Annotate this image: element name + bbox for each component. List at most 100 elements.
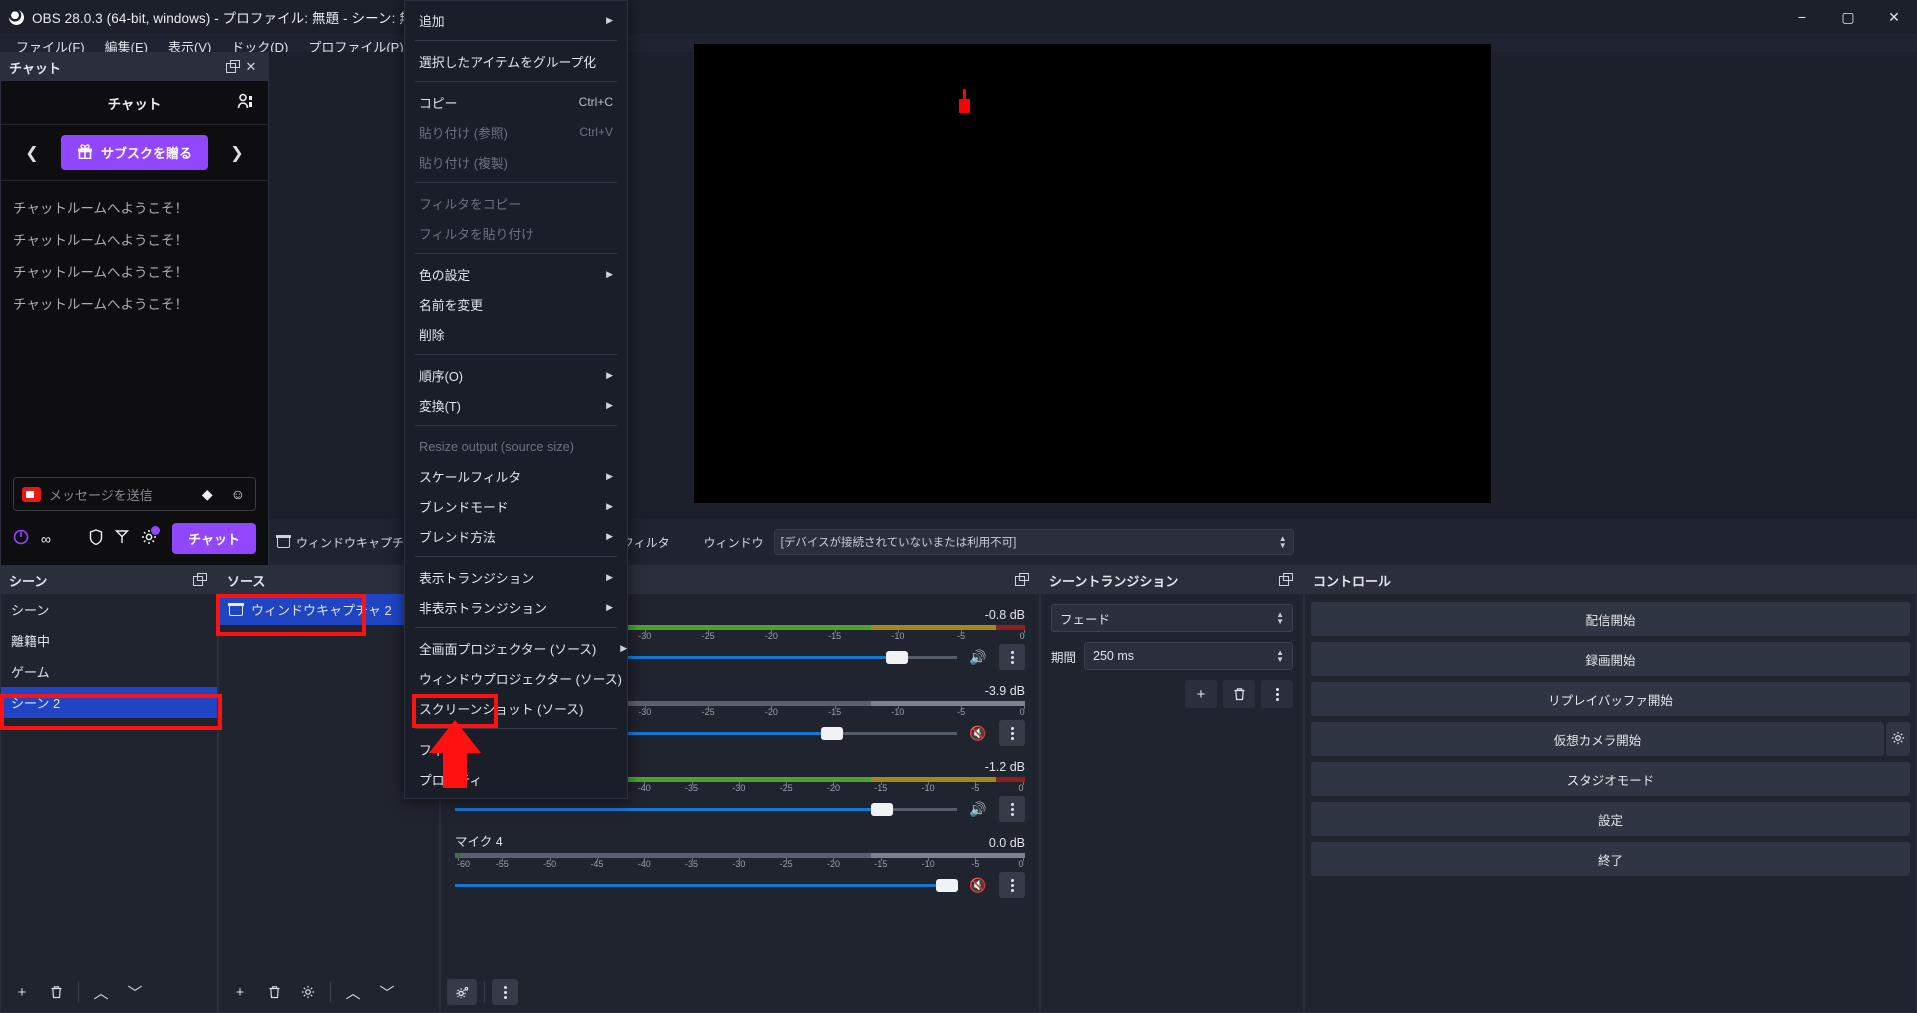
remove-scene-button[interactable] xyxy=(41,979,71,1005)
mixer-channel-menu-button[interactable] xyxy=(999,796,1025,822)
context-menu-item-hide-transition[interactable]: 非表示トランジション ▶ xyxy=(405,592,627,622)
context-menu-item-rename[interactable]: 名前を変更 xyxy=(405,289,627,319)
context-menu-item-paste-filters: フィルタを貼り付け xyxy=(405,218,627,248)
context-menu-label: ブレンドモード xyxy=(419,499,509,515)
infinity-icon[interactable]: ∞ xyxy=(41,531,51,547)
start-streaming-button[interactable]: 配信開始 xyxy=(1311,602,1910,636)
chevron-right-icon: ▶ xyxy=(606,399,613,410)
window-select-combo[interactable]: [デバイスが接続されていないまたは利用不可] ▲ ▼ xyxy=(773,529,1294,555)
context-menu-item-screenshot[interactable]: スクリーンショット (ソース) xyxy=(405,693,627,723)
context-menu-item-group-selected[interactable]: 選択したアイテムをグループ化 xyxy=(405,46,627,76)
duration-input[interactable]: 250 ms ▲ ▼ xyxy=(1084,642,1293,670)
exit-button[interactable]: 終了 xyxy=(1311,842,1910,876)
context-menu-item-order[interactable]: 順序(O) ▶ xyxy=(405,360,627,390)
add-scene-button[interactable]: + xyxy=(7,979,37,1005)
studio-mode-button[interactable]: スタジオモード xyxy=(1311,762,1910,796)
settings-button[interactable]: 設定 xyxy=(1311,802,1910,836)
mute-toggle-icon[interactable]: 🔇 xyxy=(967,725,989,742)
float-dock-icon[interactable] xyxy=(191,571,209,589)
transition-select-spinner-icon[interactable]: ▲ ▼ xyxy=(1268,610,1284,625)
close-dock-icon[interactable]: ✕ xyxy=(242,58,260,76)
move-source-down-button[interactable]: ﹀ xyxy=(372,979,402,1005)
float-dock-icon[interactable] xyxy=(1277,571,1295,589)
mixer-channel-menu-button[interactable] xyxy=(999,720,1025,746)
mute-toggle-icon[interactable]: 🔊 xyxy=(967,801,989,818)
send-chat-button[interactable]: チャット xyxy=(172,523,256,554)
context-menu-item-paste-reference: 貼り付け (参照) Ctrl+V xyxy=(405,117,627,147)
shield-icon[interactable] xyxy=(89,529,103,548)
tick-label: -5 xyxy=(971,783,980,793)
transition-menu-button[interactable] xyxy=(1261,680,1293,708)
chat-input-area: メッセージを送信 ◆ ☺ ∞ チャット xyxy=(1,467,268,566)
volume-slider[interactable] xyxy=(455,874,958,896)
scene-list-item[interactable]: シーン xyxy=(1,594,217,625)
source-properties-button[interactable] xyxy=(293,979,323,1005)
bits-diamond-icon[interactable]: ◆ xyxy=(202,486,213,503)
scene-transitions-dock: シーントランジション フェード ▲ ▼ 期間 250 ms ▲ ▼ + xyxy=(1040,565,1304,1013)
bits-icon[interactable] xyxy=(114,529,130,548)
chat-header: チャット xyxy=(1,81,268,125)
mixer-channel-menu-button[interactable] xyxy=(999,644,1025,670)
window-select-spinner-icon[interactable]: ▲ ▼ xyxy=(1271,534,1287,549)
maximize-button[interactable]: ▢ xyxy=(1825,0,1871,34)
context-menu-item-remove[interactable]: 削除 xyxy=(405,319,627,349)
float-dock-icon[interactable] xyxy=(1013,571,1031,589)
chevron-left-icon[interactable]: ❮ xyxy=(21,143,43,163)
move-source-up-button[interactable]: ︿ xyxy=(338,979,368,1005)
mixer-channel-menu-button[interactable] xyxy=(999,872,1025,898)
controls-dock-titlebar: コントロール xyxy=(1305,566,1916,594)
close-button[interactable]: ✕ xyxy=(1871,0,1917,34)
remove-transition-button[interactable] xyxy=(1223,680,1255,708)
gift-subscription-button[interactable]: サブスクを贈る xyxy=(60,135,208,170)
context-menu-item-transform[interactable]: 変換(T) ▶ xyxy=(405,390,627,420)
chat-message-input[interactable]: メッセージを送信 ◆ ☺ xyxy=(13,477,256,511)
mute-toggle-icon[interactable]: 🔇 xyxy=(967,877,989,894)
add-transition-button[interactable]: + xyxy=(1185,680,1217,708)
emote-smiley-icon[interactable]: ☺ xyxy=(231,486,245,502)
context-menu-item-blending-mode[interactable]: ブレンドモード ▶ xyxy=(405,491,627,521)
scene-list-item[interactable]: ゲーム xyxy=(1,656,217,687)
scene-list-item[interactable]: 離籍中 xyxy=(1,625,217,656)
duration-spinner-icon[interactable]: ▲ ▼ xyxy=(1268,648,1284,663)
transition-select[interactable]: フェード ▲ ▼ xyxy=(1051,604,1293,632)
chevron-right-icon[interactable]: ❯ xyxy=(226,143,248,163)
context-menu-item-add[interactable]: 追加 ▶ xyxy=(405,5,627,35)
virtual-camera-settings-button[interactable] xyxy=(1886,722,1910,756)
move-scene-up-button[interactable]: ︿ xyxy=(86,979,116,1005)
context-menu-item-show-transition[interactable]: 表示トランジション ▶ xyxy=(405,562,627,592)
context-menu-separator xyxy=(415,182,617,183)
source-toolbar-filter-label[interactable]: フィルタ xyxy=(622,534,670,551)
context-menu-item-blending-method[interactable]: ブレンド方法 ▶ xyxy=(405,521,627,551)
mute-toggle-icon[interactable]: 🔊 xyxy=(967,649,989,666)
source-context-menu[interactable]: 追加 ▶ 選択したアイテムをグループ化 コピー Ctrl+C 貼り付け (参照)… xyxy=(404,0,628,799)
start-replay-buffer-button[interactable]: リプレイバッファ開始 xyxy=(1311,682,1910,716)
audio-settings-button[interactable] xyxy=(447,979,477,1005)
context-menu-item-windowed-projector[interactable]: ウィンドウプロジェクター (ソース) xyxy=(405,663,627,693)
context-menu-item-copy[interactable]: コピー Ctrl+C xyxy=(405,87,627,117)
minimize-button[interactable]: − xyxy=(1779,0,1825,34)
start-virtual-camera-button[interactable]: 仮想カメラ開始 xyxy=(1311,722,1884,756)
scene-list-item-selected[interactable]: シーン 2 xyxy=(1,687,217,718)
volume-slider-knob[interactable] xyxy=(870,803,893,816)
viewers-icon[interactable] xyxy=(237,93,254,115)
settings-gear-icon[interactable] xyxy=(141,526,160,548)
context-menu-item-set-color[interactable]: 色の設定 ▶ xyxy=(405,259,627,289)
remove-source-button[interactable] xyxy=(259,979,289,1005)
volume-slider-knob[interactable] xyxy=(820,727,843,740)
volume-slider-knob[interactable] xyxy=(885,651,908,664)
scenes-list[interactable]: シーン 離籍中 ゲーム シーン 2 xyxy=(1,594,217,718)
context-menu-separator xyxy=(415,556,617,557)
context-menu-item-scale-filtering[interactable]: スケールフィルタ ▶ xyxy=(405,461,627,491)
mixer-menu-button[interactable] xyxy=(492,979,518,1005)
add-source-button[interactable]: + xyxy=(225,979,255,1005)
context-menu-item-fullscreen-projector[interactable]: 全画面プロジェクター (ソース) ▶ xyxy=(405,633,627,663)
float-dock-icon[interactable] xyxy=(224,58,242,76)
source-transform-handle[interactable] xyxy=(959,89,970,113)
timer-icon[interactable] xyxy=(13,529,29,548)
preview-canvas[interactable] xyxy=(694,44,1491,503)
context-menu-label: フィルタを貼り付け xyxy=(419,226,534,242)
start-recording-button[interactable]: 録画開始 xyxy=(1311,642,1910,676)
move-scene-down-button[interactable]: ﹀ xyxy=(120,979,150,1005)
volume-slider[interactable] xyxy=(455,798,957,820)
volume-slider-knob[interactable] xyxy=(935,879,958,892)
